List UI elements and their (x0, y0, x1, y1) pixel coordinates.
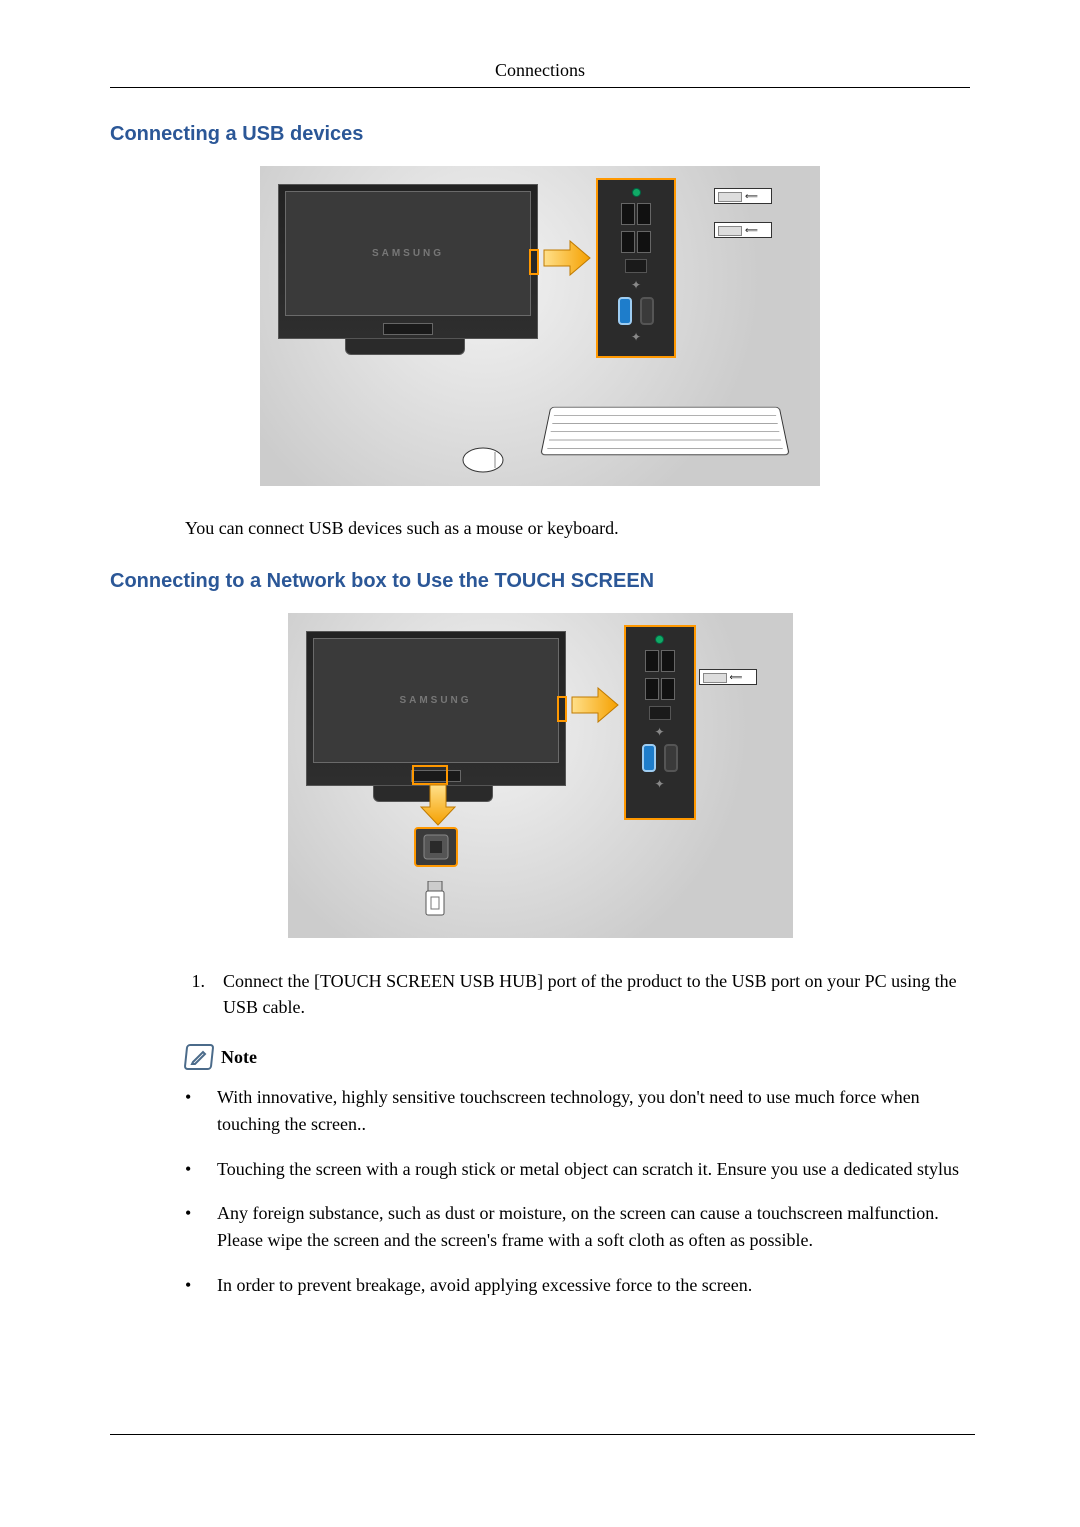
screw-icon: ✦ (654, 726, 664, 738)
usb-port-grey (664, 744, 678, 772)
monitor-brand: SAMSUNG (399, 695, 471, 706)
keyboard-illustration (540, 406, 791, 455)
dual-port-2 (645, 678, 675, 700)
monitor-bottom-port (411, 770, 461, 782)
bullet-icon: • (185, 1084, 199, 1137)
monitor-front: SAMSUNG (306, 631, 566, 786)
monitor-front: SAMSUNG (278, 184, 538, 339)
dual-port-2 (621, 231, 651, 253)
side-port-highlight (557, 696, 567, 722)
bullet-icon: • (185, 1272, 199, 1299)
note-label: Note (221, 1047, 257, 1068)
list-item: • Any foreign substance, such as dust or… (185, 1200, 970, 1253)
usb-connector-2: ⟸ (714, 222, 772, 238)
port-panel: ✦ ✦ (624, 625, 696, 820)
small-port (625, 259, 647, 273)
usb-micro-icon (420, 881, 450, 921)
port-panel: ✦ ✦ (596, 178, 676, 358)
arrow-right-icon (570, 685, 620, 730)
diagram-touch-screen: SAMSUNG (110, 613, 970, 938)
screw-icon: ✦ (631, 279, 641, 291)
led-icon (655, 635, 664, 644)
section-title-usb: Connecting a USB devices (110, 123, 970, 146)
usb-port-grey (640, 297, 654, 325)
usb-connector-1: ⟸ (714, 188, 772, 204)
note-icon (184, 1044, 215, 1070)
step-number: 1. (185, 968, 205, 1020)
diagram-usb-devices: SAMSUNG ✦ (110, 166, 970, 486)
small-port (649, 706, 671, 720)
list-item: • In order to prevent breakage, avoid ap… (185, 1272, 970, 1299)
note-heading: Note (185, 1044, 970, 1070)
led-icon (632, 188, 641, 197)
network-hub-box (414, 827, 458, 867)
side-port-highlight (529, 249, 539, 275)
footer-rule (110, 1434, 975, 1435)
usb-port-blue (642, 744, 656, 772)
usb-port-blue (618, 297, 632, 325)
dual-port-1 (645, 650, 675, 672)
dual-port-1 (621, 203, 651, 225)
usb-caption: You can connect USB devices such as a mo… (185, 516, 970, 540)
monitor-bottom-port (383, 323, 433, 335)
list-item: • With innovative, highly sensitive touc… (185, 1084, 970, 1137)
step-text: Connect the [TOUCH SCREEN USB HUB] port … (223, 968, 970, 1020)
note-list: • With innovative, highly sensitive touc… (185, 1084, 970, 1298)
bullet-icon: • (185, 1200, 199, 1253)
arrow-down-icon (418, 783, 458, 827)
page-header: Connections (110, 60, 970, 88)
monitor-brand: SAMSUNG (372, 248, 444, 259)
usb-connector: ⟸ (699, 669, 757, 685)
section-title-touch: Connecting to a Network box to Use the T… (110, 570, 970, 593)
list-item: • Touching the screen with a rough stick… (185, 1156, 970, 1183)
screw-icon: ✦ (631, 331, 641, 343)
monitor-stand (345, 339, 465, 355)
screw-icon: ✦ (654, 778, 664, 790)
arrow-right-icon (542, 238, 592, 283)
mouse-illustration (460, 446, 506, 474)
step-item: 1. Connect the [TOUCH SCREEN USB HUB] po… (185, 968, 970, 1020)
bullet-icon: • (185, 1156, 199, 1183)
